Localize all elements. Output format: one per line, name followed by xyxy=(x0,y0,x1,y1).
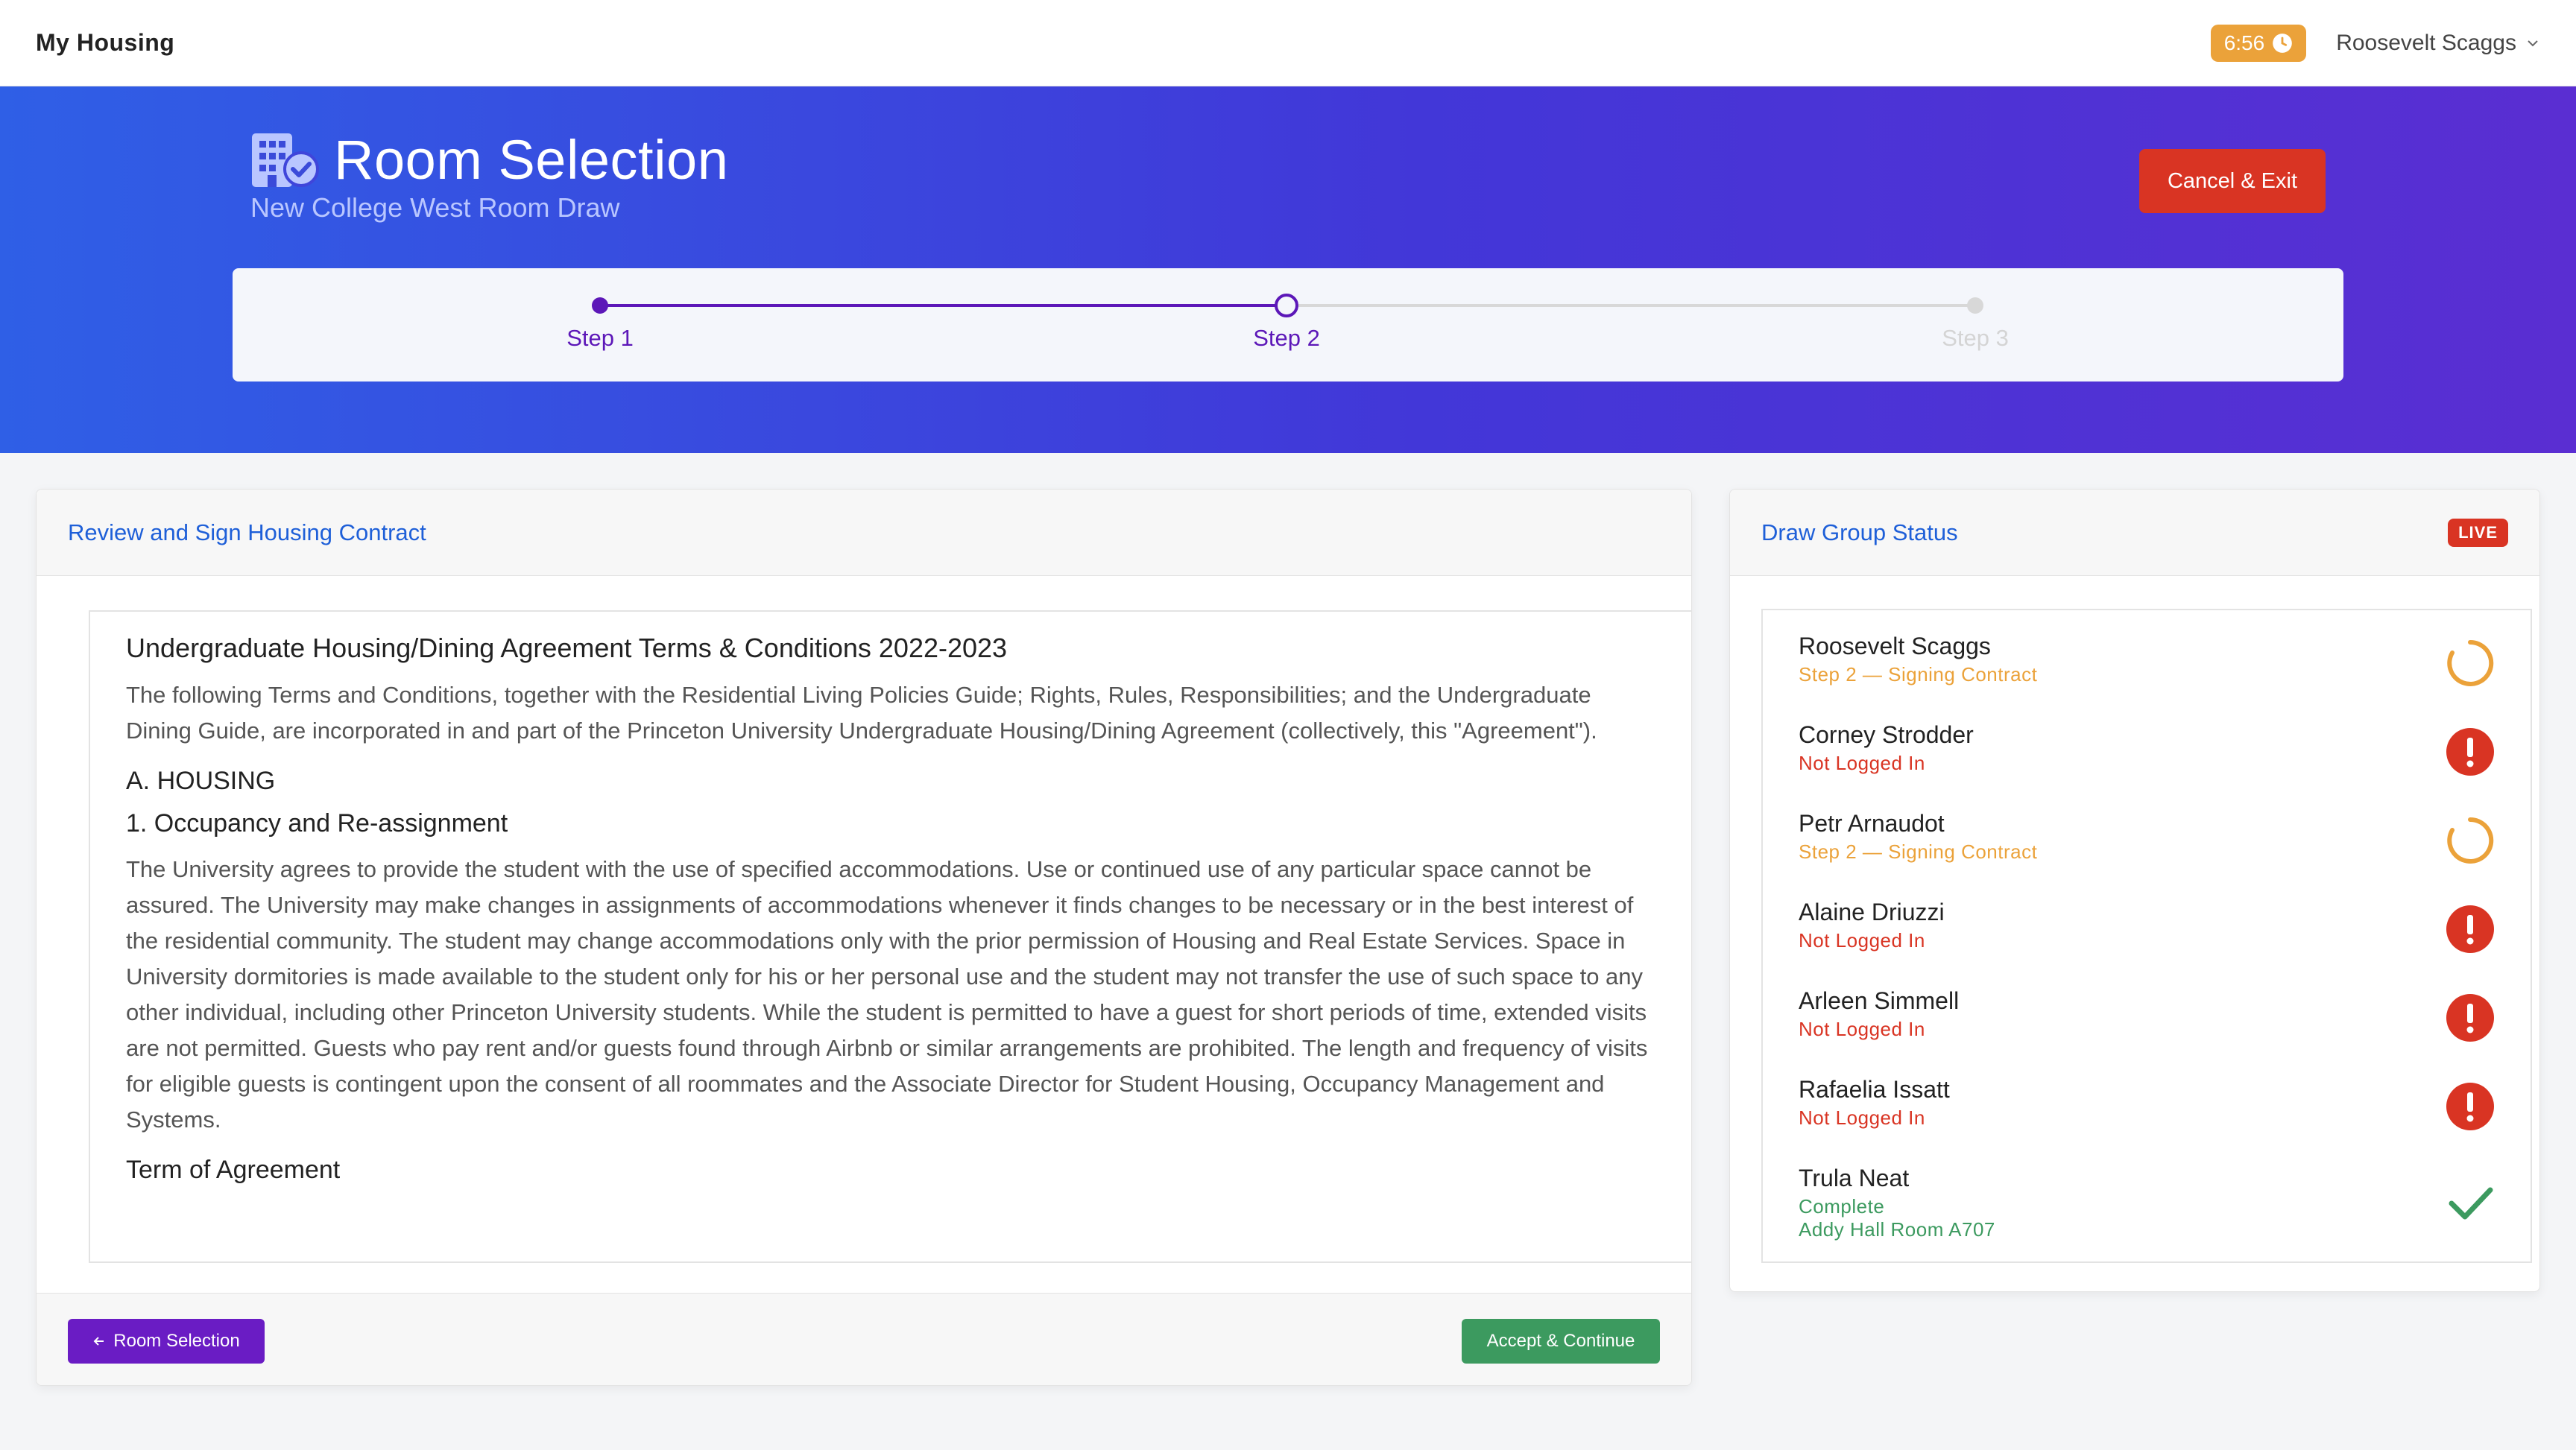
clock-icon xyxy=(2273,33,2293,53)
member-name: Roosevelt Scaggs xyxy=(1799,633,1991,659)
chevron-down-icon xyxy=(2528,39,2538,46)
live-badge: LIVE xyxy=(2448,518,2508,547)
member-status: Not Logged In xyxy=(1799,1018,1925,1040)
contract-panel: Review and Sign Housing Contract Undergr… xyxy=(36,489,1692,1386)
back-room-selection-button[interactable]: Room Selection xyxy=(68,1319,265,1364)
top-navbar: My Housing 6:56 Roosevelt Scaggs xyxy=(0,0,2576,86)
term-heading: Term of Agreement xyxy=(126,1156,341,1184)
page-subtitle: New College West Room Draw xyxy=(250,192,620,223)
alert-icon xyxy=(2446,728,2494,776)
member-item: Petr Arnaudot Step 2 — Signing Contract xyxy=(1799,800,2495,888)
member-list: Roosevelt Scaggs Step 2 — Signing Contra… xyxy=(1761,609,2532,1263)
member-status: Not Logged In xyxy=(1799,929,1925,952)
step-1-dot xyxy=(592,297,608,314)
alert-icon xyxy=(2446,905,2494,953)
user-name: Roosevelt Scaggs xyxy=(2336,30,2516,55)
step-2-dot xyxy=(1275,294,1298,317)
back-button-label: Room Selection xyxy=(113,1331,240,1351)
check-icon xyxy=(2449,1187,2493,1220)
session-timer: 6:56 xyxy=(2210,24,2307,62)
contract-panel-footer: Room Selection Accept & Continue xyxy=(37,1293,1691,1385)
cancel-exit-button[interactable]: Cancel & Exit xyxy=(2139,149,2326,213)
member-room: Addy Hall Room A707 xyxy=(1799,1218,1995,1241)
section-1-heading: 1. Occupancy and Re-assignment xyxy=(126,809,508,838)
member-status: Step 2 — Signing Contract xyxy=(1799,663,2038,686)
member-item: Corney Strodder Not Logged In xyxy=(1799,711,2495,800)
alert-icon xyxy=(2446,994,2494,1042)
building-check-icon xyxy=(252,133,319,187)
step-3-dot xyxy=(1967,297,1983,314)
contract-panel-header: Review and Sign Housing Contract xyxy=(37,490,1691,576)
member-name: Alaine Driuzzi xyxy=(1799,899,1945,925)
page-title-row: Room Selection xyxy=(249,128,728,191)
step-3-label: Step 3 xyxy=(1942,325,2009,351)
accept-continue-button[interactable]: Accept & Continue xyxy=(1462,1319,1660,1364)
member-name: Trula Neat xyxy=(1799,1165,1910,1191)
spinner-icon xyxy=(2447,639,2494,686)
arrow-left-icon xyxy=(93,1337,104,1346)
member-item: Roosevelt Scaggs Step 2 — Signing Contra… xyxy=(1799,622,2495,711)
member-name: Arleen Simmell xyxy=(1799,987,1960,1014)
contract-scroll-area[interactable]: Undergraduate Housing/Dining Agreement T… xyxy=(89,610,1691,1263)
navbar-right: 6:56 Roosevelt Scaggs xyxy=(2210,24,2540,62)
brand-link[interactable]: My Housing xyxy=(36,29,174,57)
member-item: Trula Neat Complete Addy Hall Room A707 xyxy=(1799,1154,2495,1259)
member-status: Complete xyxy=(1799,1195,1885,1218)
section-1-body: The University agrees to provide the stu… xyxy=(126,856,1648,1133)
page-title: Room Selection xyxy=(334,129,729,191)
step-2-label: Step 2 xyxy=(1253,325,1320,351)
draw-group-status-panel: Draw Group Status LIVE Roosevelt Scaggs … xyxy=(1729,489,2540,1292)
member-item: Rafaelia Issatt Not Logged In xyxy=(1799,1066,2495,1154)
timer-value: 6:56 xyxy=(2223,31,2265,54)
alert-icon xyxy=(2446,1083,2494,1130)
status-panel-title: Draw Group Status xyxy=(1761,519,1958,545)
step-1-label: Step 1 xyxy=(566,325,634,351)
member-item: Alaine Driuzzi Not Logged In xyxy=(1799,888,2495,977)
member-item: Arleen Simmell Not Logged In xyxy=(1799,977,2495,1066)
user-menu[interactable]: Roosevelt Scaggs xyxy=(2336,31,2540,56)
member-status: Not Logged In xyxy=(1799,1107,1925,1129)
member-status: Step 2 — Signing Contract xyxy=(1799,840,2038,863)
status-panel-header: Draw Group Status LIVE xyxy=(1730,490,2539,576)
member-name: Rafaelia Issatt xyxy=(1799,1076,1950,1103)
contract-intro: The following Terms and Conditions, toge… xyxy=(126,682,1597,744)
contract-panel-title: Review and Sign Housing Contract xyxy=(68,519,426,545)
spinner-icon xyxy=(2447,817,2494,864)
contract-heading: Undergraduate Housing/Dining Agreement T… xyxy=(126,633,1008,663)
member-status: Not Logged In xyxy=(1799,752,1925,774)
progress-stepper: Step 1 Step 2 Step 3 xyxy=(233,268,2343,382)
section-a-heading: A. HOUSING xyxy=(126,767,276,795)
member-name: Petr Arnaudot xyxy=(1799,810,1945,837)
member-name: Corney Strodder xyxy=(1799,721,1974,748)
hero-banner: Room Selection New College West Room Dra… xyxy=(0,86,2576,453)
